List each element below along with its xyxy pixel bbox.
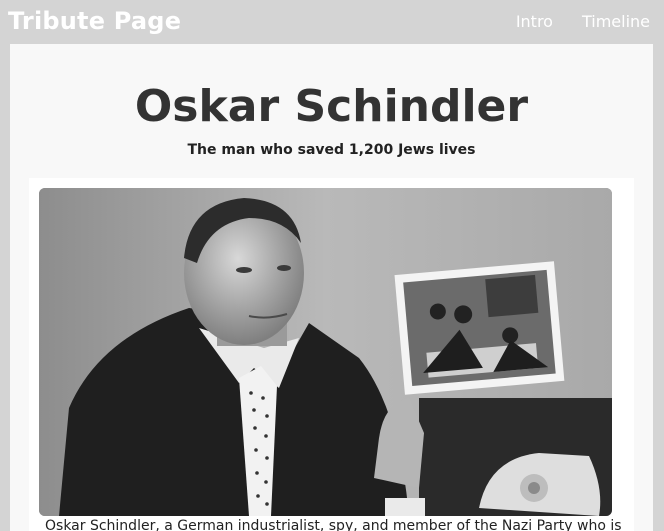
page-subtitle: The man who saved 1,200 Jews lives — [187, 142, 476, 158]
nav-link-timeline[interactable]: Timeline — [582, 12, 650, 31]
nav-link-intro[interactable]: Intro — [516, 12, 553, 31]
brand-link[interactable]: Tribute Page — [8, 7, 181, 35]
portrait-photo-image — [39, 188, 612, 516]
navbar: Tribute Page Intro Timeline — [0, 0, 664, 44]
main-content: Oskar Schindler The man who saved 1,200 … — [10, 44, 653, 531]
nav-links: Intro Timeline — [516, 12, 650, 31]
page-title: Oskar Schindler — [134, 81, 529, 132]
photo-card — [29, 178, 634, 531]
bio-text: Oskar Schindler, a German industrialist,… — [45, 518, 622, 531]
portrait-photo — [39, 188, 612, 516]
